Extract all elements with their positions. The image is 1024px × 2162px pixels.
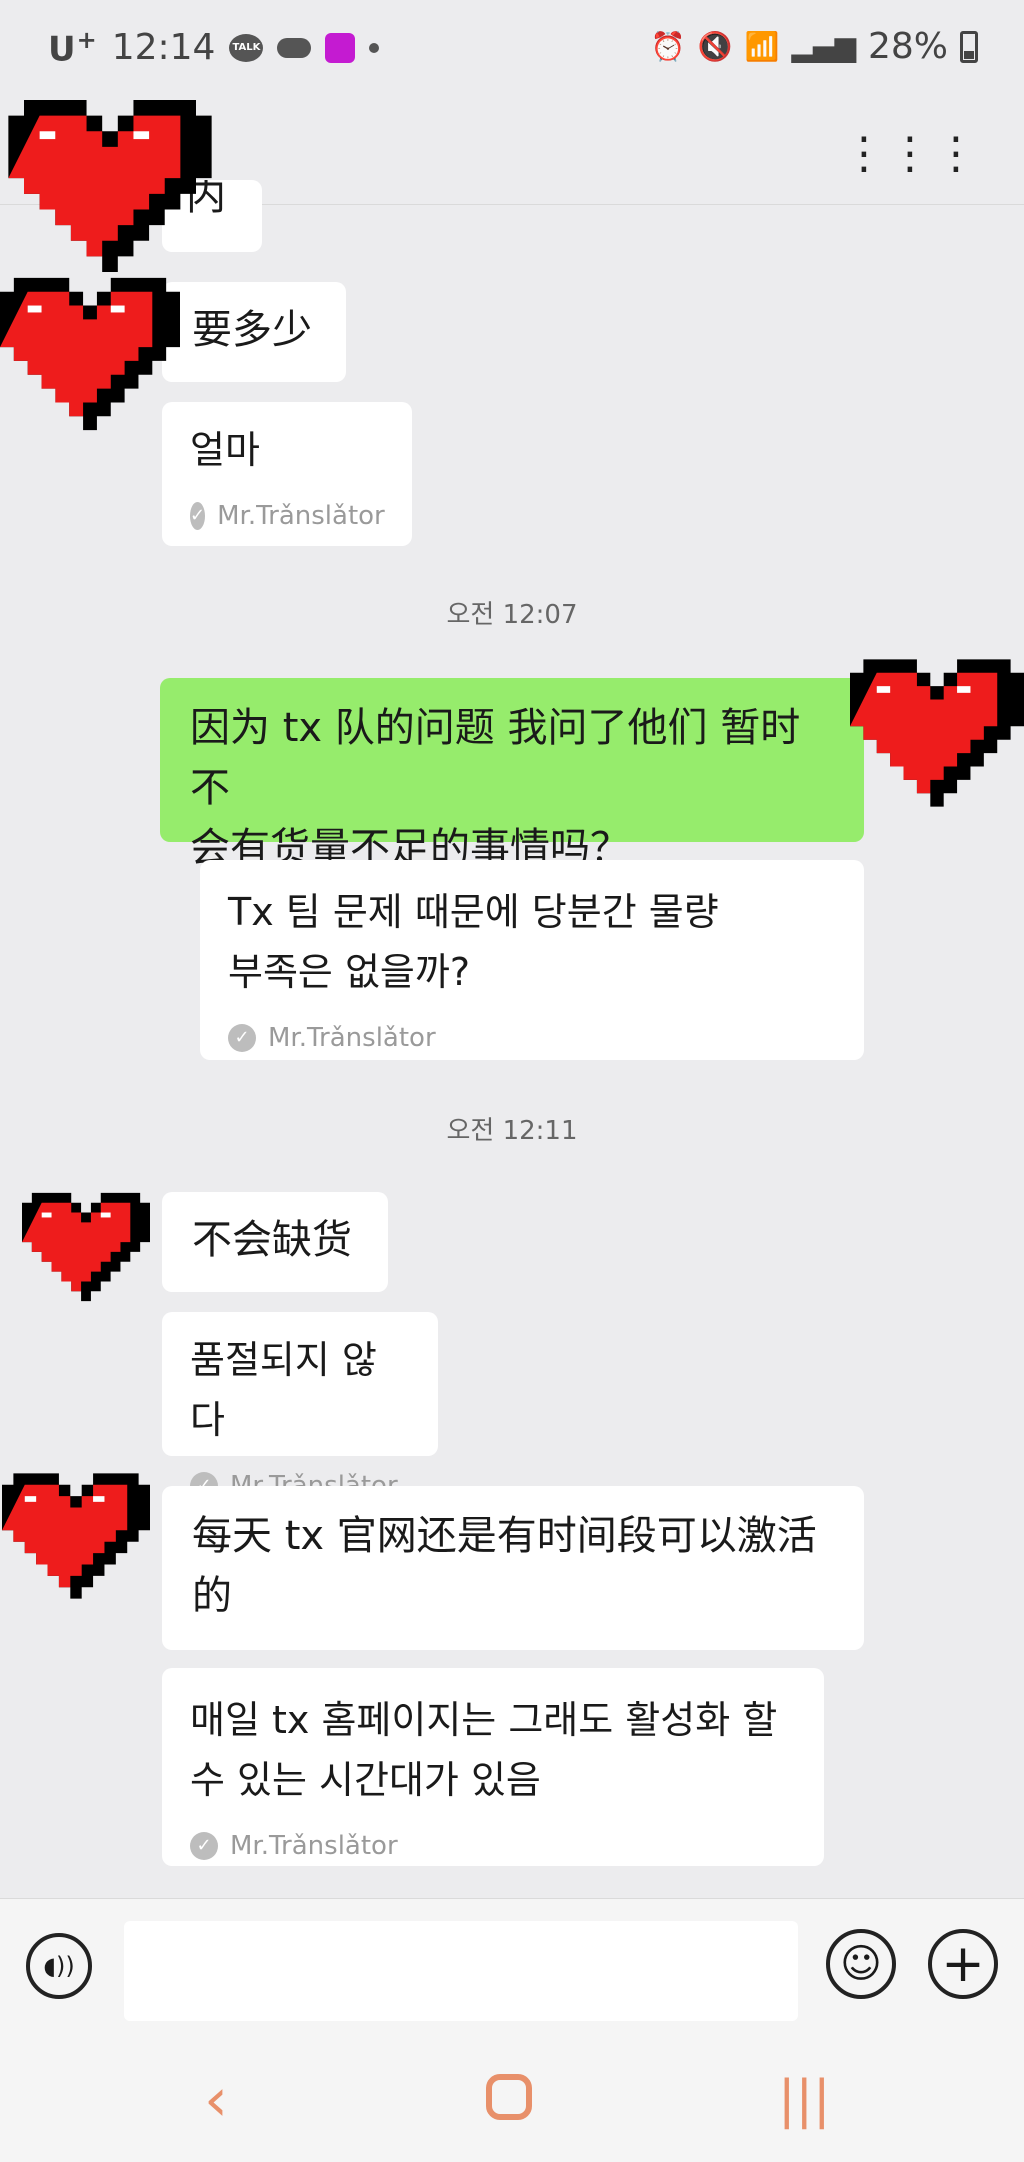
avatar[interactable] (0, 266, 180, 442)
message-text: 不会缺货 (192, 1217, 352, 1263)
message-text: 因为 tx 队的问题 我问了他们 暂时不 会有货量不足的事情吗？ (190, 705, 801, 871)
message-bubble[interactable]: 每天 tx 官网还是有时间段可以激活 的 (162, 1486, 864, 1650)
system-nav-bar: ‹ ||| (0, 2036, 1024, 2162)
plus-icon[interactable]: + (928, 1929, 998, 1999)
cloud-icon (277, 37, 312, 58)
translation-bubble[interactable]: 품절되지 않다 ✓ Mr.Trǎnslǎtor (162, 1312, 438, 1501)
app-notification-icon (325, 32, 356, 63)
message-input[interactable] (124, 1921, 798, 2021)
mute-icon: 🔇 (697, 30, 733, 63)
message-text: 要多少 (192, 307, 312, 353)
more-icon[interactable]: ⋮⋮⋮ (842, 128, 980, 179)
more-notifications-icon (369, 42, 380, 53)
battery-icon (960, 30, 978, 63)
translator-credit: ✓ Mr.Trǎnslǎtor (190, 501, 385, 531)
kakaotalk-icon: TALK (229, 33, 264, 62)
home-icon[interactable] (486, 2074, 532, 2120)
translation-bubble[interactable]: 매일 tx 홈페이지는 그래도 활성화 할 수 있는 시간대가 있음 ✓ Mr.… (162, 1668, 824, 1866)
check-icon: ✓ (190, 1832, 218, 1860)
translation-text: 얼마 (190, 428, 260, 472)
my-avatar[interactable] (850, 652, 1024, 814)
translation-text: 품절되지 않다 (190, 1338, 377, 1442)
message-bubble[interactable]: 要多少 (162, 282, 346, 382)
check-icon: ✓ (228, 1024, 256, 1052)
check-icon: ✓ (190, 502, 206, 530)
timestamp: 오전 12:11 (446, 1116, 578, 1146)
translation-bubble[interactable]: Tx 팀 문제 때문에 당분간 물량 부족은 없을까? ✓ Mr.Trǎnslǎ… (200, 860, 864, 1060)
timestamp: 오전 12:07 (446, 600, 578, 630)
recents-icon[interactable]: ||| (778, 2070, 831, 2130)
battery-percent: 28% (867, 26, 948, 67)
clock: 12:14 (111, 27, 216, 69)
back-icon[interactable]: ‹ (204, 2070, 228, 2130)
voice-icon[interactable]: ◖)) (26, 1933, 92, 1999)
alarm-icon: ⏰ (650, 30, 686, 63)
carrier-label: U+ (48, 26, 98, 70)
message-bubble[interactable]: 不会缺货 (162, 1192, 388, 1292)
message-text: 每天 tx 官网还是有时间段可以激活 的 (192, 1513, 817, 1619)
translator-credit: ✓ Mr.Trǎnslǎtor (228, 1008, 836, 1068)
translation-bubble[interactable]: 얼마 ✓ Mr.Trǎnslǎtor (162, 402, 412, 546)
pixel-heart-icon (8, 100, 212, 272)
message-input-bar: ◖)) ☺ + (0, 1898, 1024, 2037)
avatar[interactable] (22, 1190, 150, 1304)
translator-credit: ✓ Mr.Trǎnslǎtor (190, 1816, 796, 1876)
avatar[interactable] (2, 1470, 150, 1602)
wifi-icon: 📶 (744, 30, 780, 63)
emoji-icon[interactable]: ☺ (826, 1929, 896, 1999)
my-message-bubble[interactable]: 因为 tx 队的问题 我问了他们 暂时不 会有货量不足的事情吗？ (160, 678, 864, 871)
translation-text: 매일 tx 홈페이지는 그래도 활성화 할 수 있는 시간대가 있음 (190, 1698, 778, 1802)
signal-icon: ▂▄▆ (791, 30, 856, 63)
translation-text: Tx 팀 문제 때문에 당분간 물량 부족은 없을까? (228, 890, 719, 994)
avatar[interactable] (4, 100, 216, 272)
status-bar: U+ 12:14 TALK ⏰ 🔇 📶 ▂▄▆ 28% (0, 0, 1024, 100)
